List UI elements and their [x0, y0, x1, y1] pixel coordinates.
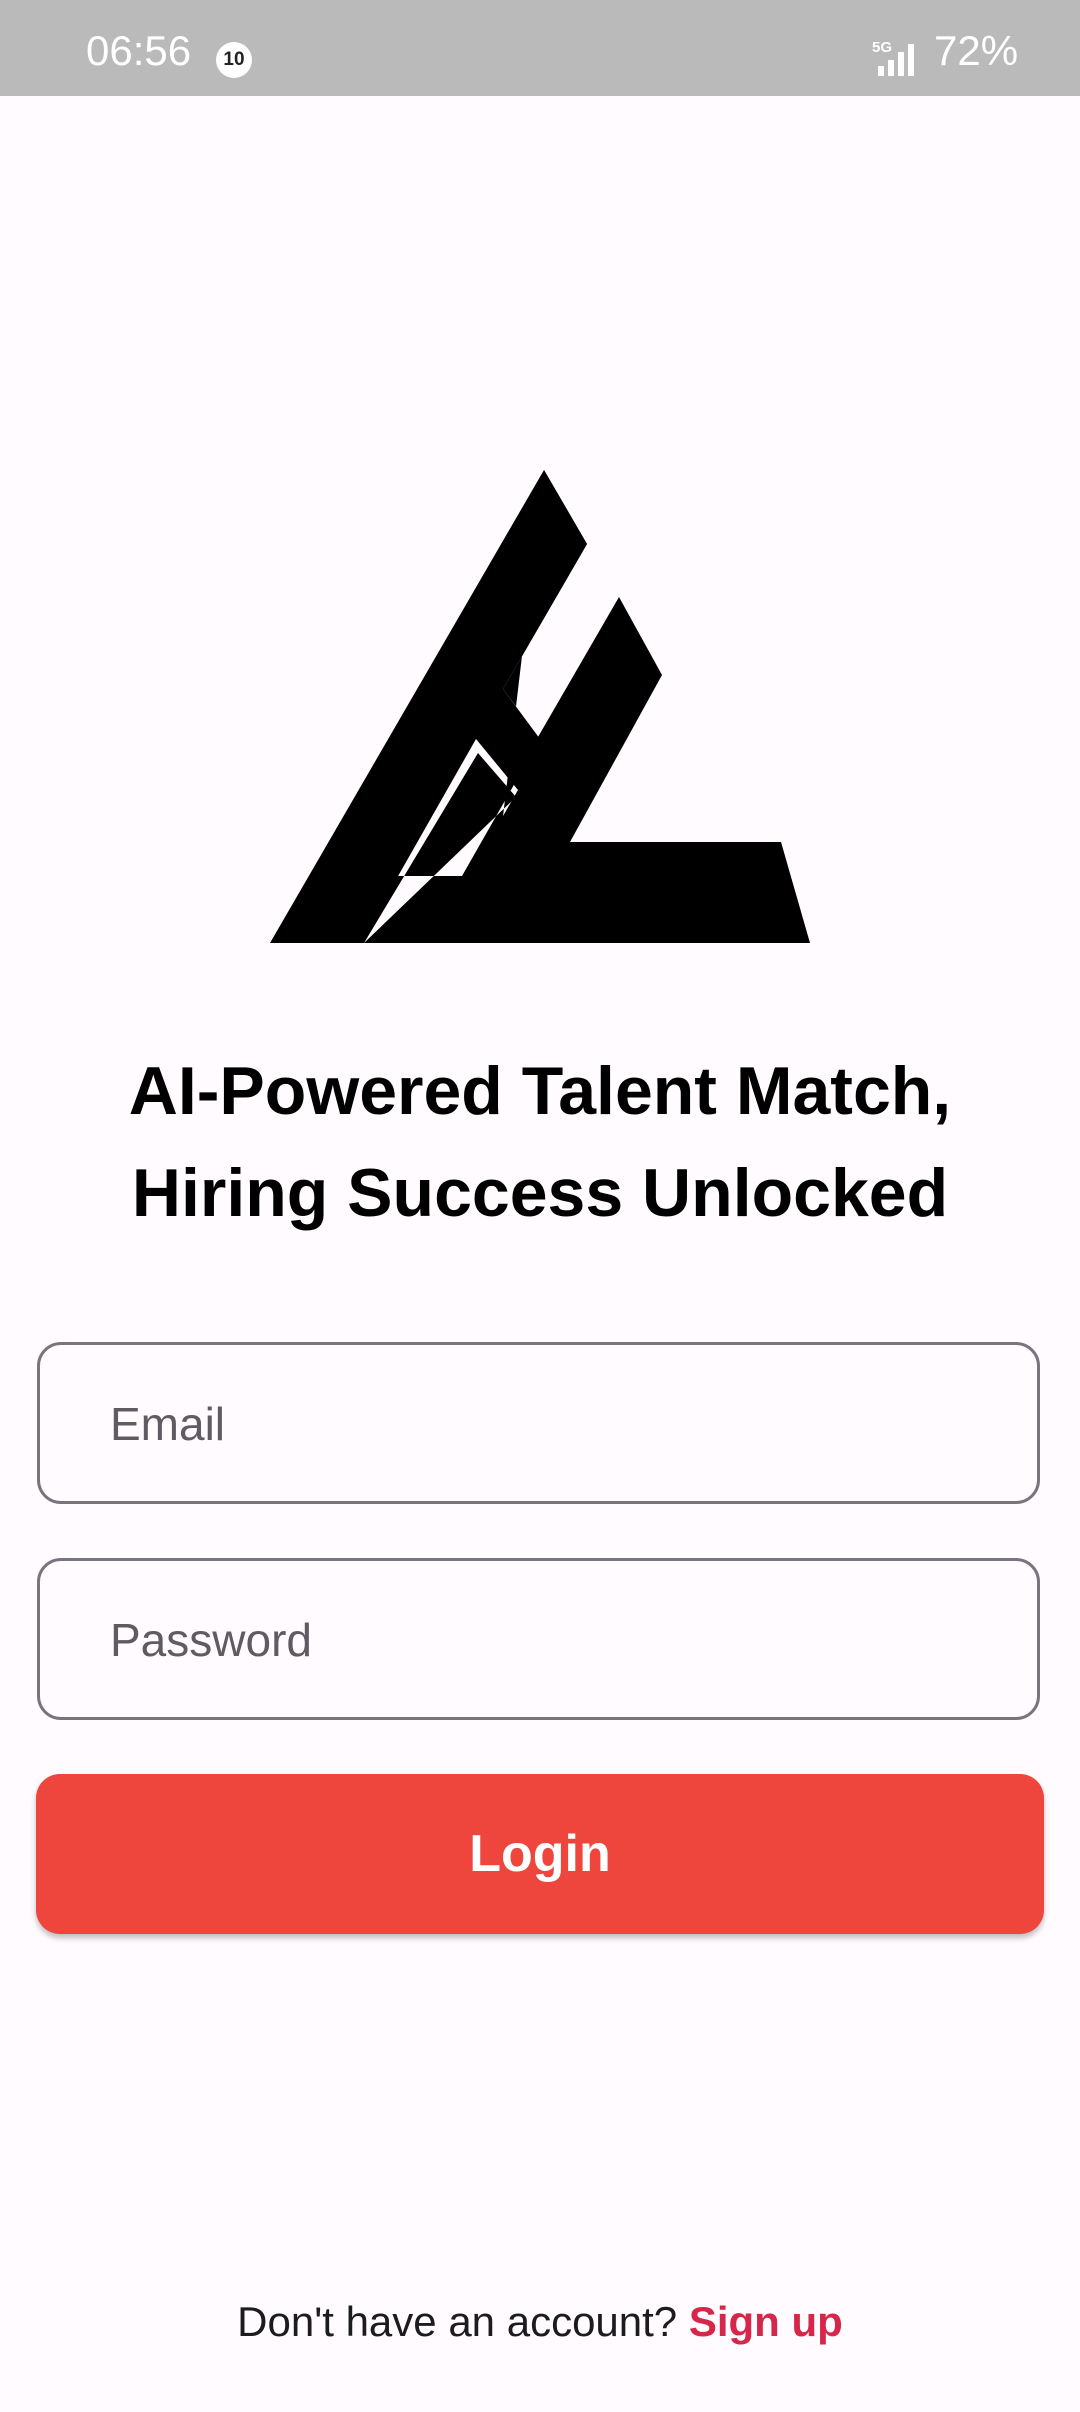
notification-count-badge: 10 [216, 42, 252, 78]
battery-level: 72% [934, 27, 1019, 74]
signal-strength-icon [878, 44, 914, 76]
email-input[interactable] [108, 1345, 992, 1503]
tagline-line-1: AI-Powered Talent Match, [128, 1053, 952, 1129]
status-bar: 06:56 10 5G 72% [0, 0, 1080, 96]
login-screen: 06:56 10 5G 72% AI-Powered Talent Match,… [0, 0, 1080, 2412]
login-button[interactable]: Login [36, 1774, 1044, 1934]
signup-link[interactable]: Sign up [689, 2298, 843, 2345]
password-field-container [37, 1558, 1040, 1720]
signup-prompt-text: Don't have an account? [237, 2298, 678, 2345]
hl-logo-icon [270, 470, 810, 943]
tagline-line-2: Hiring Success Unlocked [131, 1155, 949, 1231]
tagline-heading: AI-Powered Talent Match, Hiring Success … [40, 1040, 1040, 1244]
password-input[interactable] [108, 1561, 992, 1719]
email-field-container [37, 1342, 1040, 1504]
signup-prompt: Don't have an account? Sign up [0, 2292, 1080, 2352]
status-time: 06:56 [86, 27, 192, 74]
